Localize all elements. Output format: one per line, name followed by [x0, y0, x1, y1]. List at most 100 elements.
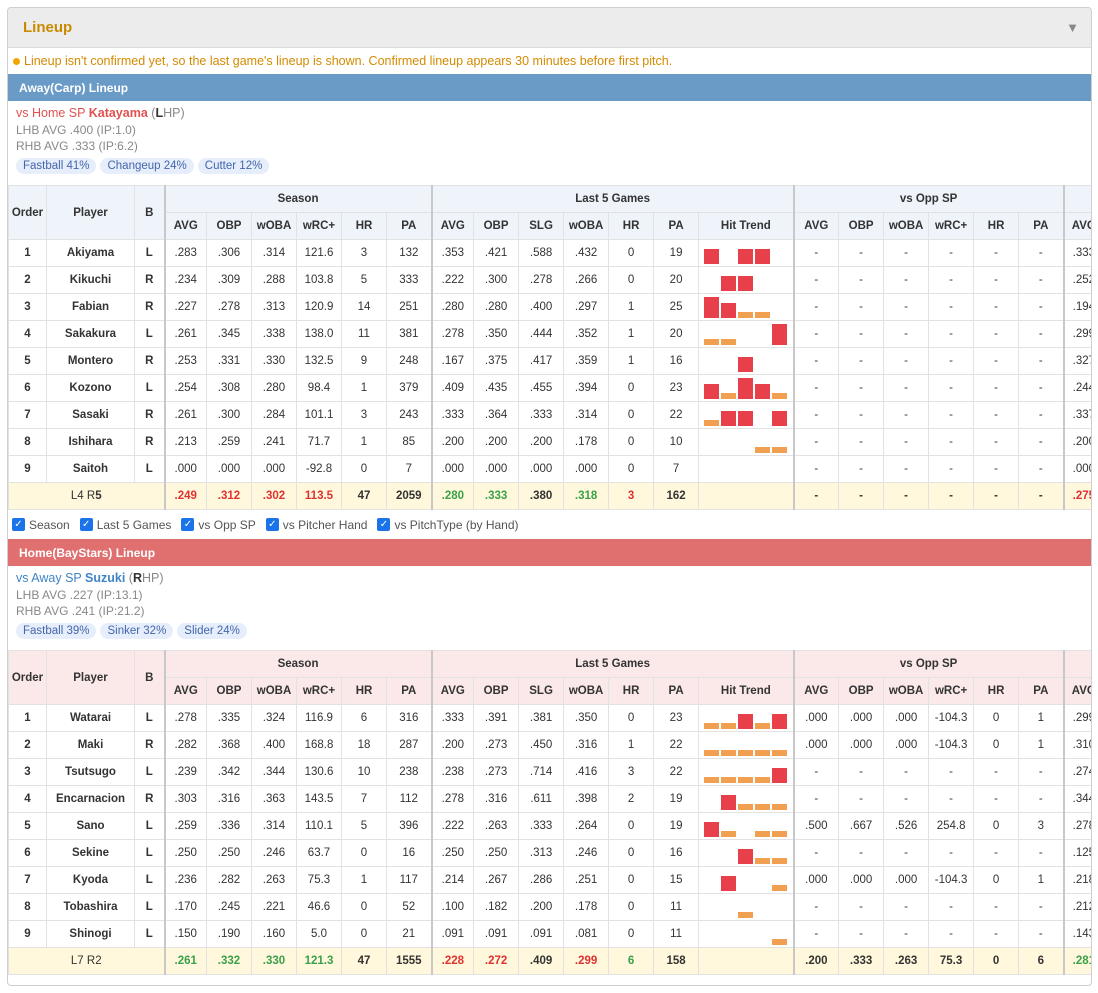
- season-col-header[interactable]: PA: [385, 212, 433, 240]
- table-row[interactable]: 4 Encarnacion R .303.316.363 143.5 7 112.278.3…: [8, 785, 1091, 813]
- season-col-header[interactable]: wRC+: [296, 212, 342, 240]
- pitch-type-tag[interactable]: Slider 24%: [177, 623, 247, 639]
- player-header[interactable]: Player: [46, 185, 135, 240]
- filter-checkbox[interactable]: ✓ vs PitchType (by Hand): [377, 518, 519, 532]
- last5-col-header[interactable]: Hit Trend: [698, 212, 795, 240]
- player-name-link[interactable]: Sakakura: [46, 320, 135, 348]
- table-row[interactable]: 7 Kyoda L .236.282.263 75.3 1 117.214.267.286.…: [8, 866, 1091, 894]
- last5-col-header[interactable]: AVG: [430, 212, 475, 240]
- player-name-link[interactable]: Tobashira: [46, 893, 135, 921]
- season-col-header[interactable]: OBP: [206, 677, 252, 705]
- last5-col-header[interactable]: OBP: [473, 212, 520, 240]
- vsopp-col-header[interactable]: PA: [1018, 212, 1065, 240]
- order-header[interactable]: Order: [8, 650, 47, 705]
- season-col-header[interactable]: wOBA: [251, 677, 297, 705]
- player-name-link[interactable]: Encarnacion: [46, 785, 135, 813]
- pitch-type-tag[interactable]: Fastball 41%: [16, 158, 97, 174]
- player-name-link[interactable]: Montero: [46, 347, 135, 375]
- table-row[interactable]: 6 Sekine L .250.250.246 63.7 0 16.250.250.313.…: [8, 839, 1091, 867]
- pitch-type-tag[interactable]: Sinker 32%: [100, 623, 174, 639]
- last5-col-header[interactable]: PA: [653, 212, 700, 240]
- last5-col-header[interactable]: Hit Trend: [698, 677, 795, 705]
- vsopp-col-header[interactable]: wRC+: [928, 212, 975, 240]
- season-col-header[interactable]: AVG: [163, 677, 207, 705]
- table-row[interactable]: 6 Kozono L .254.308.280 98.4 1 379.409.435.455…: [8, 374, 1091, 402]
- table-row[interactable]: 8 Tobashira L .170.245.221 46.6 0 52.100.182.2…: [8, 893, 1091, 921]
- pitch-type-tag[interactable]: Cutter 12%: [197, 158, 270, 174]
- player-name-link[interactable]: Kyoda: [46, 866, 135, 894]
- last5-col-header[interactable]: OBP: [473, 677, 520, 705]
- player-name-link[interactable]: Shinogi: [46, 920, 135, 948]
- player-name-link[interactable]: Kozono: [46, 374, 135, 402]
- player-name-link[interactable]: Saitoh: [46, 455, 135, 483]
- table-row[interactable]: 3 Tsutsugo L .239.342.344 130.6 10 238.238.273…: [8, 758, 1091, 786]
- season-col-header[interactable]: wOBA: [251, 212, 297, 240]
- caret-down-icon[interactable]: ▼: [1066, 20, 1079, 35]
- vsopp-col-header[interactable]: HR: [973, 212, 1020, 240]
- table-row[interactable]: 9 Shinogi L .150.190.160 5.0 0 21.091.091.091.…: [8, 920, 1091, 948]
- bats-header[interactable]: B: [134, 185, 165, 240]
- player-name-link[interactable]: Ishihara: [46, 428, 135, 456]
- player-name-link[interactable]: Kikuchi: [46, 266, 135, 294]
- last5-col-header[interactable]: SLG: [518, 677, 565, 705]
- checkbox-checked-icon[interactable]: ✓: [12, 518, 25, 531]
- vsopp-col-header[interactable]: PA: [1018, 677, 1065, 705]
- checkbox-checked-icon[interactable]: ✓: [265, 518, 279, 531]
- season-col-header[interactable]: wRC+: [296, 677, 342, 705]
- last5-col-header[interactable]: wOBA: [563, 677, 610, 705]
- season-col-header[interactable]: PA: [385, 677, 433, 705]
- table-row[interactable]: 4 Sakakura L .261.345.338 138.0 11 381.278.350…: [8, 320, 1091, 348]
- filter-checkbox[interactable]: ✓ vs Opp SP: [181, 518, 256, 532]
- table-row[interactable]: 2 Maki R .282.368.400 168.8 18 287.200.273.450…: [8, 731, 1091, 759]
- checkbox-checked-icon[interactable]: ✓: [79, 518, 93, 531]
- table-row[interactable]: 9 Saitoh L .000.000.000 -92.8 0 7.000.000.000.…: [8, 455, 1091, 483]
- season-col-header[interactable]: OBP: [206, 212, 252, 240]
- player-name-link[interactable]: Akiyama: [46, 239, 135, 267]
- checkbox-checked-icon[interactable]: ✓: [181, 518, 195, 531]
- last5-col-header[interactable]: HR: [608, 677, 655, 705]
- extra-col-header[interactable]: AVG: [1062, 677, 1091, 705]
- player-name-link[interactable]: Maki: [46, 731, 135, 759]
- filter-checkbox[interactable]: ✓ Season: [12, 518, 70, 532]
- season-col-header[interactable]: HR: [341, 212, 387, 240]
- pitch-type-tag[interactable]: Changeup 24%: [100, 158, 194, 174]
- vsopp-col-header[interactable]: HR: [973, 677, 1020, 705]
- table-row[interactable]: 3 Fabian R .227.278.313 120.9 14 251.280.280.4…: [8, 293, 1091, 321]
- table-row[interactable]: 2 Kikuchi R .234.309.288 103.8 5 333.222.300.2…: [8, 266, 1091, 294]
- vsopp-col-header[interactable]: wOBA: [883, 212, 930, 240]
- table-row[interactable]: 7 Sasaki R .261.300.284 101.1 3 243.333.364.33…: [8, 401, 1091, 429]
- vsopp-col-header[interactable]: OBP: [838, 212, 885, 240]
- extra-col-header[interactable]: AVG: [1062, 212, 1091, 240]
- last5-col-header[interactable]: PA: [653, 677, 700, 705]
- sp-name-link[interactable]: Suzuki: [85, 571, 125, 585]
- panel-header[interactable]: Lineup ▼: [8, 8, 1091, 48]
- last5-col-header[interactable]: SLG: [518, 212, 565, 240]
- player-name-link[interactable]: Sano: [46, 812, 135, 840]
- player-name-link[interactable]: Watarai: [46, 704, 135, 732]
- bats-header[interactable]: B: [134, 650, 165, 705]
- player-name-link[interactable]: Tsutsugo: [46, 758, 135, 786]
- table-row[interactable]: 5 Sano L .259.336.314 110.1 5 396.222.263.333.…: [8, 812, 1091, 840]
- table-row[interactable]: 8 Ishihara R .213.259.241 71.7 1 85.200.200.20…: [8, 428, 1091, 456]
- table-row[interactable]: 1 Akiyama L .283.306.314 121.6 3 132.353.421.5…: [8, 239, 1091, 267]
- vsopp-col-header[interactable]: wOBA: [883, 677, 930, 705]
- last5-col-header[interactable]: AVG: [430, 677, 475, 705]
- season-col-header[interactable]: AVG: [163, 212, 207, 240]
- last5-col-header[interactable]: HR: [608, 212, 655, 240]
- vsopp-col-header[interactable]: AVG: [792, 677, 840, 705]
- vsopp-col-header[interactable]: wRC+: [928, 677, 975, 705]
- filter-checkbox[interactable]: ✓ vs Pitcher Hand: [265, 518, 367, 532]
- order-header[interactable]: Order: [8, 185, 47, 240]
- player-name-link[interactable]: Sekine: [46, 839, 135, 867]
- vsopp-col-header[interactable]: OBP: [838, 677, 885, 705]
- filter-checkbox[interactable]: ✓ Last 5 Games: [79, 518, 171, 532]
- player-name-link[interactable]: Sasaki: [46, 401, 135, 429]
- vsopp-col-header[interactable]: AVG: [792, 212, 840, 240]
- player-header[interactable]: Player: [46, 650, 135, 705]
- checkbox-checked-icon[interactable]: ✓: [377, 518, 391, 531]
- pitch-type-tag[interactable]: Fastball 39%: [16, 623, 97, 639]
- table-row[interactable]: 5 Montero R .253.331.330 132.5 9 248.167.375.4…: [8, 347, 1091, 375]
- last5-col-header[interactable]: wOBA: [563, 212, 610, 240]
- season-col-header[interactable]: HR: [341, 677, 387, 705]
- player-name-link[interactable]: Fabian: [46, 293, 135, 321]
